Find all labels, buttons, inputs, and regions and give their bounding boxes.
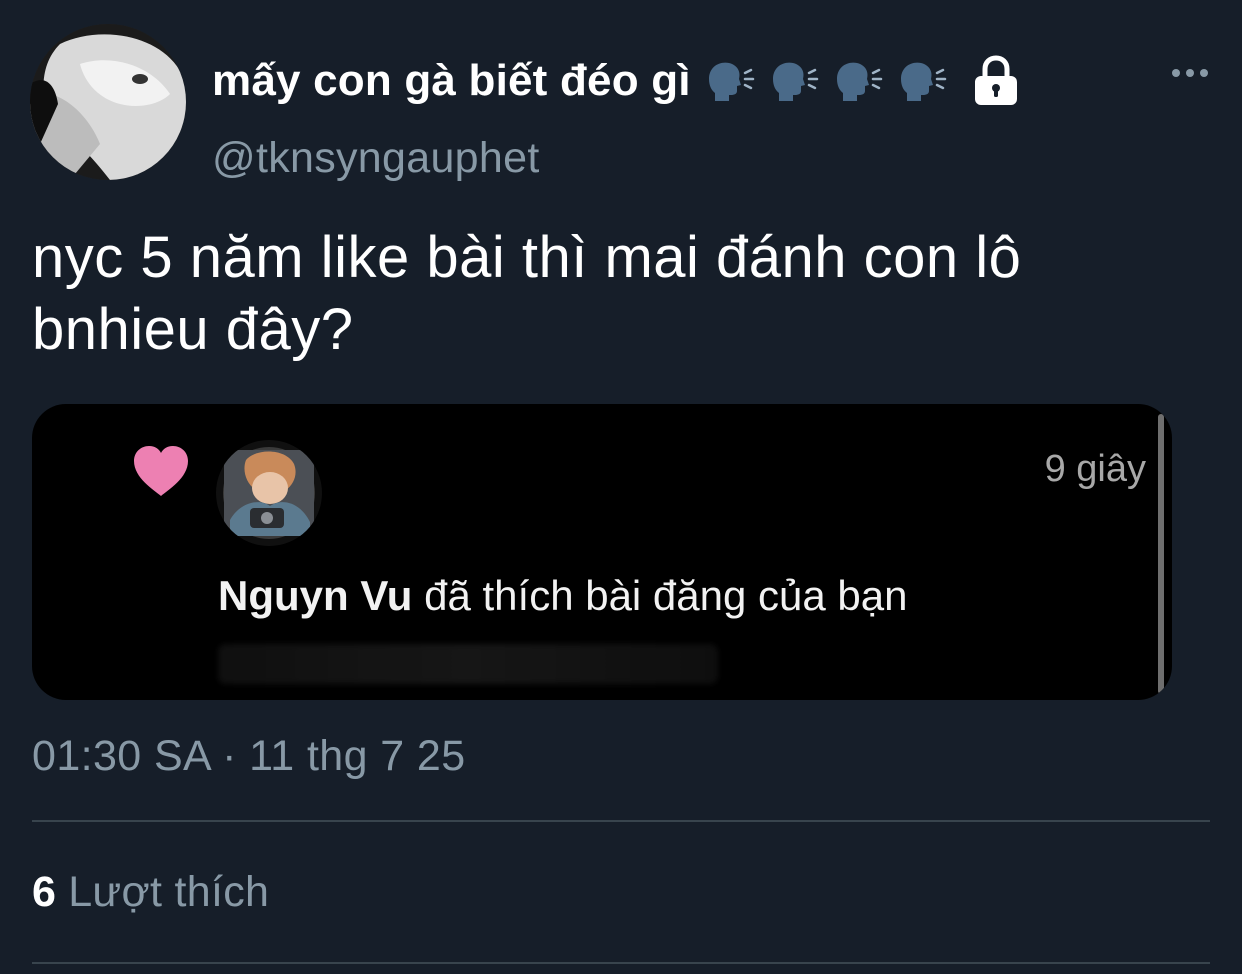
more-options-icon[interactable] xyxy=(1170,66,1210,80)
likes-count: 6 xyxy=(32,868,57,916)
liker-avatar xyxy=(216,440,322,546)
more-dot xyxy=(1172,69,1180,77)
notification-time: 9 giây xyxy=(1044,448,1146,490)
lock-icon xyxy=(971,55,1021,107)
liker-name: Nguyn Vu xyxy=(218,572,413,619)
likes-label: Lượt thích xyxy=(68,868,270,916)
speaking-head-icon xyxy=(831,57,883,105)
speaking-head-icon xyxy=(895,57,947,105)
heart-icon xyxy=(132,444,190,498)
author-handle[interactable]: @tknsyngauphet xyxy=(212,134,540,183)
author-avatar[interactable] xyxy=(30,24,186,180)
embedded-screenshot[interactable]: 9 giây Nguyn Vu đã thích bài đăng của bạ… xyxy=(32,404,1172,700)
divider xyxy=(32,962,1210,964)
more-dot xyxy=(1186,69,1194,77)
author-display-name[interactable]: mấy con gà biết đéo gì xyxy=(212,56,691,106)
likes-stat[interactable]: 6 Lượt thích xyxy=(32,868,269,917)
blurred-content xyxy=(218,644,718,684)
tweet-text: nyc 5 năm like bài thì mai đánh con lô b… xyxy=(32,225,1022,362)
embed-scrollbar xyxy=(1158,414,1164,694)
tweet-timestamp[interactable]: 01:30 SA · 11 thg 7 25 xyxy=(32,732,466,781)
author-name-row: mấy con gà biết đéo gì xyxy=(212,46,1021,116)
divider xyxy=(32,820,1210,822)
notification-text: Nguyn Vu đã thích bài đăng của bạn xyxy=(218,572,908,620)
liker-avatar-image xyxy=(216,440,322,546)
more-dot xyxy=(1200,69,1208,77)
avatar-image xyxy=(30,24,186,180)
tweet-detail: mấy con gà biết đéo gì @tknsyngauphet ny… xyxy=(0,0,1242,974)
speaking-head-icon xyxy=(767,57,819,105)
notification-action: đã thích bài đăng của bạn xyxy=(412,572,908,619)
speaking-head-icon xyxy=(703,57,755,105)
